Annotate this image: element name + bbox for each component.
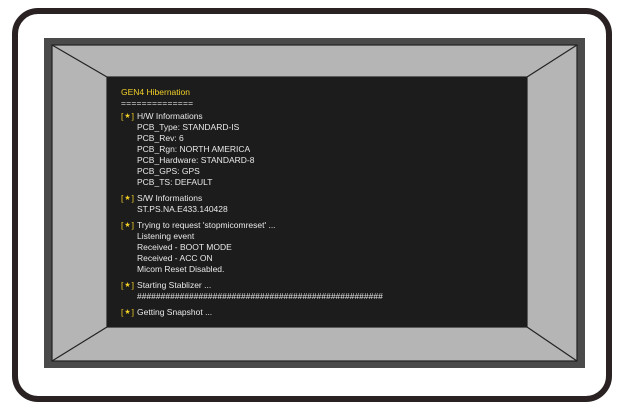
step-heading: [ ★ ] S/W Informations xyxy=(121,193,513,204)
progress-hashes: ########################################… xyxy=(137,291,383,301)
star-icon: ★ xyxy=(124,195,131,202)
section-stopmicomreset: [ ★ ] Trying to request 'stopmicomreset'… xyxy=(121,220,513,275)
step-heading-text: Trying to request 'stopmicomreset' ... xyxy=(137,220,276,230)
bracket-open: [ xyxy=(121,193,124,203)
detail-line: PCB_Type: STANDARD-IS xyxy=(137,122,240,132)
bracket-close: ] xyxy=(131,307,135,317)
step-heading-text: Getting Snapshot ... xyxy=(137,307,213,317)
star-icon: ★ xyxy=(124,282,131,289)
bracket-open: [ xyxy=(121,111,124,121)
step-heading: [ ★ ] Getting Snapshot ... xyxy=(121,307,513,318)
detail-line: Received - BOOT MODE xyxy=(137,242,232,252)
section-hw-info: [ ★ ] H/W Informations PCB_Type: STANDAR… xyxy=(121,111,513,188)
bracket-close: ] xyxy=(131,280,135,290)
star-icon: ★ xyxy=(124,222,131,229)
step-heading: [ ★ ] Starting Stablizer ... xyxy=(121,280,513,291)
section-sw-info: [ ★ ] S/W Informations ST.PS.NA.E433.140… xyxy=(121,193,513,215)
console-title: GEN4 Hibernation xyxy=(121,87,190,97)
detail-line: Micom Reset Disabled. xyxy=(137,264,225,274)
detail-line: PCB_Hardware: STANDARD-8 xyxy=(137,155,255,165)
detail-line: PCB_Rev: 6 xyxy=(137,133,184,143)
star-icon: ★ xyxy=(124,113,131,120)
bracket-open: [ xyxy=(121,280,124,290)
section-snapshot: [ ★ ] Getting Snapshot ... xyxy=(121,307,513,318)
bracket-close: ] xyxy=(131,111,135,121)
title-underline: ============== xyxy=(121,98,194,108)
bracket-close: ] xyxy=(131,220,135,230)
star-icon: ★ xyxy=(124,309,131,316)
step-heading: [ ★ ] H/W Informations xyxy=(121,111,513,122)
bracket-open: [ xyxy=(121,307,124,317)
section-stablizer: [ ★ ] Starting Stablizer ... ###########… xyxy=(121,280,513,302)
bracket-close: ] xyxy=(131,193,135,203)
step-heading-text: S/W Informations xyxy=(137,193,203,203)
terminal-screen: GEN4 Hibernation ============== [ ★ ] H/… xyxy=(107,77,527,327)
detail-line: Received - ACC ON xyxy=(137,253,213,263)
detail-line: PCB_GPS: GPS xyxy=(137,166,200,176)
step-heading-text: Starting Stablizer ... xyxy=(137,280,212,290)
step-heading: [ ★ ] Trying to request 'stopmicomreset'… xyxy=(121,220,513,231)
bracket-open: [ xyxy=(121,220,124,230)
step-heading-text: H/W Informations xyxy=(137,111,203,121)
console-output: GEN4 Hibernation ============== [ ★ ] H/… xyxy=(121,87,513,318)
detail-line: PCB_Rgn: NORTH AMERICA xyxy=(137,144,251,154)
detail-line: PCB_TS: DEFAULT xyxy=(137,177,213,187)
detail-line: ST.PS.NA.E433.140428 xyxy=(137,204,228,214)
detail-line: Listening event xyxy=(137,231,195,241)
